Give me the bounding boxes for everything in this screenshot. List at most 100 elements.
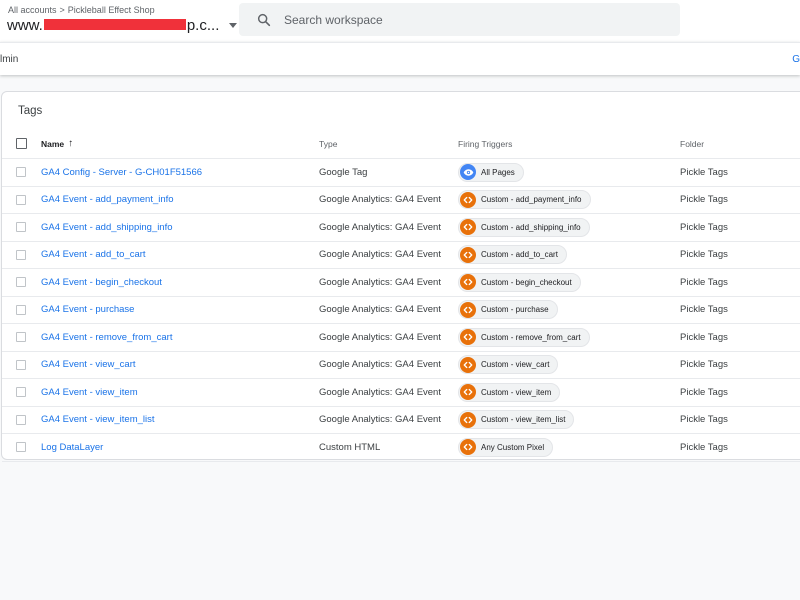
search-bar[interactable] bbox=[239, 3, 680, 36]
tag-folder: Pickle Tags bbox=[680, 304, 728, 316]
subbar-left-label[interactable]: lmin bbox=[0, 54, 18, 65]
sort-arrow-up-icon[interactable]: ↑ bbox=[68, 138, 73, 149]
row-checkbox[interactable] bbox=[16, 194, 26, 205]
column-header-triggers[interactable]: Firing Triggers bbox=[458, 129, 512, 158]
row-checkbox[interactable] bbox=[16, 414, 26, 425]
select-all-checkbox[interactable] bbox=[16, 138, 27, 149]
tag-name-link[interactable]: GA4 Config - Server - G-CH01F51566 bbox=[41, 159, 202, 186]
code-icon bbox=[460, 274, 476, 291]
container-name-suffix: p.c... bbox=[186, 17, 220, 34]
trigger-chip[interactable]: Custom - view_cart bbox=[458, 355, 559, 375]
container-name-prefix: www. bbox=[7, 17, 43, 34]
container-selector[interactable]: www. p.c... bbox=[7, 17, 238, 34]
row-checkbox[interactable] bbox=[16, 332, 26, 343]
row-checkbox[interactable] bbox=[16, 222, 26, 233]
trigger-label: Custom - view_item_list bbox=[481, 415, 566, 425]
table-row[interactable]: GA4 Event - add_shipping_info Google Ana… bbox=[2, 214, 800, 242]
trigger-chip[interactable]: Custom - remove_from_cart bbox=[458, 327, 590, 347]
code-icon bbox=[460, 191, 476, 208]
tag-type: Google Tag bbox=[319, 166, 368, 178]
tag-name-link[interactable]: GA4 Event - begin_checkout bbox=[41, 269, 162, 296]
trigger-chip[interactable]: Custom - add_to_cart bbox=[458, 245, 567, 265]
trigger-label: Custom - view_item bbox=[481, 387, 552, 397]
table-row[interactable]: GA4 Event - view_item Google Analytics: … bbox=[2, 379, 800, 407]
table-row[interactable]: GA4 Event - view_cart Google Analytics: … bbox=[2, 352, 800, 379]
table-header-row: Name ↑ Type Firing Triggers Folder bbox=[2, 129, 800, 159]
trigger-chip[interactable]: Custom - add_payment_info bbox=[458, 190, 591, 210]
row-checkbox[interactable] bbox=[16, 277, 26, 288]
tag-folder: Pickle Tags bbox=[680, 359, 728, 371]
tag-folder: Pickle Tags bbox=[680, 414, 728, 426]
tag-name-link[interactable]: GA4 Event - view_cart bbox=[41, 352, 136, 379]
code-icon bbox=[460, 356, 476, 373]
tag-type: Google Analytics: GA4 Event bbox=[319, 414, 441, 426]
dropdown-caret-icon[interactable] bbox=[229, 23, 238, 28]
trigger-chip[interactable]: Custom - view_item_list bbox=[458, 410, 575, 430]
tag-name-link[interactable]: GA4 Event - purchase bbox=[41, 297, 134, 324]
trigger-chip[interactable]: Custom - view_item bbox=[458, 382, 561, 402]
column-header-name[interactable]: Name ↑ bbox=[41, 129, 73, 158]
column-header-type[interactable]: Type bbox=[319, 129, 337, 158]
code-icon bbox=[460, 439, 476, 456]
tag-name-link[interactable]: GA4 Event - add_payment_info bbox=[41, 187, 174, 214]
trigger-label: Custom - view_cart bbox=[481, 360, 550, 370]
tag-type: Google Analytics: GA4 Event bbox=[319, 276, 441, 288]
tag-type: Google Analytics: GA4 Event bbox=[319, 194, 441, 206]
tag-folder: Pickle Tags bbox=[680, 386, 728, 398]
tag-name-link[interactable]: Log DataLayer bbox=[41, 434, 103, 461]
tag-folder: Pickle Tags bbox=[680, 221, 728, 233]
eye-icon bbox=[460, 164, 476, 181]
row-checkbox[interactable] bbox=[16, 167, 26, 178]
tags-table: Name ↑ Type Firing Triggers Folder GA4 Co… bbox=[2, 129, 800, 462]
breadcrumb: All accounts > Pickleball Effect Shop bbox=[8, 5, 155, 15]
tag-name-link[interactable]: GA4 Event - add_to_cart bbox=[41, 242, 146, 269]
trigger-label: Custom - add_shipping_info bbox=[481, 222, 581, 232]
table-row[interactable]: Log DataLayer Custom HTML Any Custom Pix… bbox=[2, 434, 800, 462]
table-row[interactable]: GA4 Event - view_item_list Google Analyt… bbox=[2, 407, 800, 434]
tag-folder: Pickle Tags bbox=[680, 194, 728, 206]
table-row[interactable]: GA4 Event - begin_checkout Google Analyt… bbox=[2, 269, 800, 297]
row-checkbox[interactable] bbox=[16, 304, 26, 315]
trigger-chip[interactable]: Custom - begin_checkout bbox=[458, 272, 581, 292]
tag-type: Google Analytics: GA4 Event bbox=[319, 249, 441, 261]
trigger-label: Custom - purchase bbox=[481, 305, 549, 315]
row-checkbox[interactable] bbox=[16, 359, 26, 370]
breadcrumb-all-accounts[interactable]: All accounts bbox=[8, 5, 57, 15]
search-icon[interactable] bbox=[256, 12, 272, 28]
trigger-label: Custom - remove_from_cart bbox=[481, 332, 581, 342]
tag-type: Google Analytics: GA4 Event bbox=[319, 331, 441, 343]
code-icon bbox=[460, 246, 476, 263]
row-checkbox[interactable] bbox=[16, 387, 26, 398]
trigger-chip[interactable]: Custom - add_shipping_info bbox=[458, 217, 590, 237]
trigger-chip[interactable]: Custom - purchase bbox=[458, 300, 558, 320]
top-bar: All accounts > Pickleball Effect Shop www.… bbox=[0, 0, 800, 42]
code-icon bbox=[460, 384, 476, 401]
table-row[interactable]: GA4 Event - add_payment_info Google Anal… bbox=[2, 187, 800, 214]
table-row[interactable]: GA4 Config - Server - G-CH01F51566 Googl… bbox=[2, 159, 800, 187]
tag-type: Google Analytics: GA4 Event bbox=[319, 304, 441, 316]
table-row[interactable]: GA4 Event - remove_from_cart Google Anal… bbox=[2, 324, 800, 352]
breadcrumb-account[interactable]: Pickleball Effect Shop bbox=[68, 5, 155, 15]
trigger-chip[interactable]: All Pages bbox=[458, 162, 524, 182]
tag-folder: Pickle Tags bbox=[680, 331, 728, 343]
row-checkbox[interactable] bbox=[16, 442, 26, 453]
column-header-folder[interactable]: Folder bbox=[680, 129, 704, 158]
tag-type: Google Analytics: GA4 Event bbox=[319, 359, 441, 371]
column-header-name-label: Name bbox=[41, 138, 65, 149]
breadcrumb-separator: > bbox=[59, 5, 65, 15]
trigger-label: Custom - begin_checkout bbox=[481, 277, 572, 287]
subbar-right-link[interactable]: G bbox=[792, 54, 800, 65]
tag-name-link[interactable]: GA4 Event - add_shipping_info bbox=[41, 214, 173, 241]
code-icon bbox=[460, 411, 476, 428]
table-row[interactable]: GA4 Event - add_to_cart Google Analytics… bbox=[2, 242, 800, 269]
tag-name-link[interactable]: GA4 Event - remove_from_cart bbox=[41, 324, 172, 351]
trigger-chip[interactable]: Any Custom Pixel bbox=[458, 437, 554, 457]
tag-name-link[interactable]: GA4 Event - view_item_list bbox=[41, 407, 155, 434]
tag-type: Google Analytics: GA4 Event bbox=[319, 221, 441, 233]
tag-name-link[interactable]: GA4 Event - view_item bbox=[41, 379, 138, 406]
search-input[interactable] bbox=[284, 12, 664, 27]
tag-folder: Pickle Tags bbox=[680, 276, 728, 288]
row-checkbox[interactable] bbox=[16, 249, 26, 260]
table-row[interactable]: GA4 Event - purchase Google Analytics: G… bbox=[2, 297, 800, 324]
table-body: GA4 Config - Server - G-CH01F51566 Googl… bbox=[2, 159, 800, 462]
